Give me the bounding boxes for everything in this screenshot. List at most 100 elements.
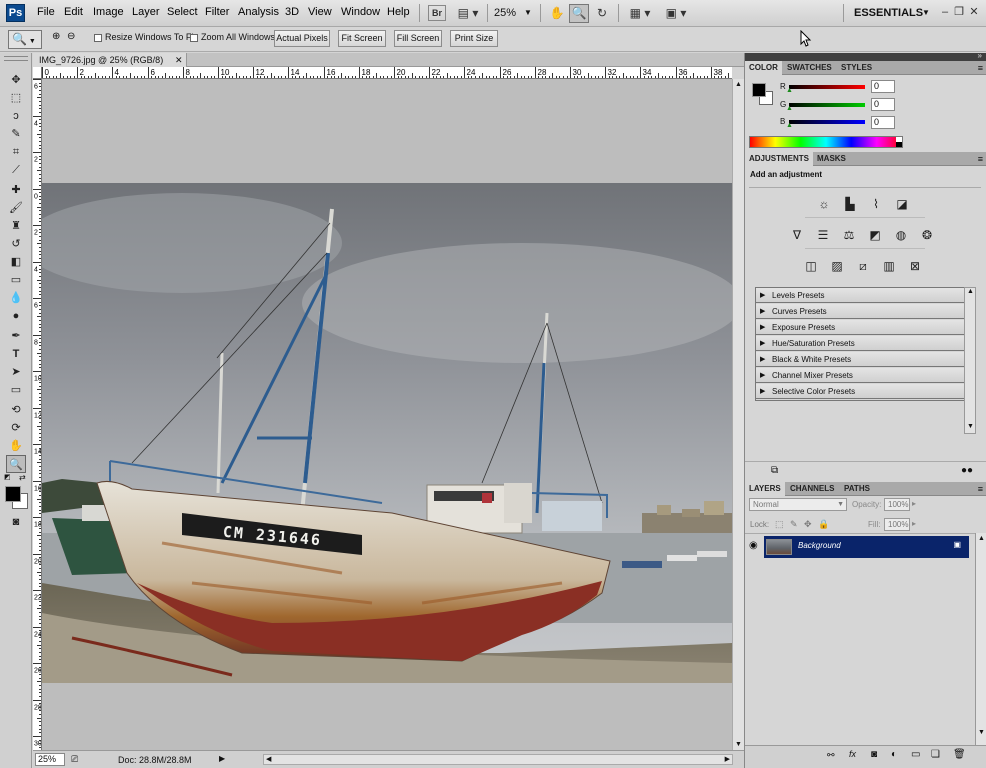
screen-mode-button[interactable]: ▣ ▾ (662, 4, 690, 23)
tool-preset-picker[interactable]: 🔍 ▼ (8, 30, 42, 49)
tab-layers[interactable]: LAYERS (745, 482, 785, 496)
photo-filter-icon[interactable]: ◍ (891, 227, 911, 244)
fill-field[interactable]: 100% (884, 518, 910, 531)
actual-pixels-button[interactable]: Actual Pixels (274, 30, 330, 47)
tab-swatches[interactable]: SWATCHES (783, 61, 836, 75)
zoom-level-dropdown[interactable]: 25% (494, 7, 516, 19)
path-selection-tool[interactable]: ➤ (6, 363, 26, 381)
restore-button[interactable]: ❐ (952, 4, 966, 20)
blue-channel-value[interactable]: 0 (871, 116, 895, 129)
threshold-icon[interactable]: ⧄ (853, 258, 873, 275)
invert-icon[interactable]: ◫ (801, 258, 821, 275)
presets-scrollbar[interactable]: ▲ ▼ (964, 287, 976, 434)
menu-select[interactable]: Select (167, 6, 198, 18)
document-tab[interactable]: IMG_9726.jpg @ 25% (RGB/8) ✕ (33, 53, 187, 67)
fill-slider-arrow-icon[interactable]: ▸ (912, 519, 916, 528)
workspace-switcher[interactable]: ESSENTIALS (854, 7, 923, 19)
slider-thumb-icon[interactable]: ▲ (786, 105, 793, 112)
menu-edit[interactable]: Edit (64, 6, 83, 18)
close-button[interactable]: ✕ (967, 4, 981, 20)
menu-help[interactable]: Help (387, 6, 410, 18)
lock-pixels-icon[interactable]: ✎ (790, 519, 798, 530)
preset-curves[interactable]: ▶ Curves Presets (756, 304, 964, 319)
healing-brush-tool[interactable]: ✚ (6, 181, 26, 199)
menu-3d[interactable]: 3D (285, 6, 299, 18)
menu-layer[interactable]: Layer (132, 6, 160, 18)
close-document-icon[interactable]: ✕ (175, 53, 183, 67)
scroll-down-arrow-icon[interactable]: ▼ (733, 739, 744, 750)
layer-style-icon[interactable]: fx (849, 749, 856, 759)
menu-window[interactable]: Window (341, 6, 380, 18)
document-info-icon[interactable]: ⎚ (71, 754, 78, 765)
tab-color[interactable]: COLOR (745, 61, 782, 75)
menu-view[interactable]: View (308, 6, 332, 18)
horizontal-ruler[interactable]: 0 2 4 6 8 10 12 14 16 18 20 22 24 26 28 30 32 34 36 38 (42, 67, 732, 79)
tab-styles[interactable]: STYLES (837, 61, 876, 75)
type-tool[interactable]: T (6, 345, 26, 363)
menu-file[interactable]: File (37, 6, 55, 18)
scroll-down-arrow-icon[interactable]: ▼ (967, 423, 974, 430)
zoom-tool[interactable]: 🔍 (6, 455, 26, 473)
blue-channel-slider[interactable] (789, 120, 865, 124)
vibrance-icon[interactable]: ∇ (787, 227, 807, 244)
panel-menu-icon[interactable]: ≡ (978, 152, 983, 166)
black-white-icon[interactable]: ◩ (865, 227, 885, 244)
scroll-right-arrow-icon[interactable]: ▶ (725, 755, 730, 763)
swap-colors-button[interactable]: ⇄ (19, 473, 27, 482)
curves-icon[interactable]: ⌇ (866, 196, 886, 213)
preset-selective-color[interactable]: ▶ Selective Color Presets (756, 384, 964, 399)
pen-tool[interactable]: ✒ (6, 327, 26, 345)
scroll-down-arrow-icon[interactable]: ▼ (978, 729, 985, 736)
panel-dock-header[interactable]: » (745, 51, 986, 61)
lock-position-icon[interactable]: ✥ (804, 519, 812, 530)
arrange-documents-button[interactable]: ▦ ▾ (626, 4, 654, 23)
move-tool[interactable]: ✥ (6, 71, 26, 89)
blur-tool[interactable]: 💧 (6, 289, 26, 307)
layer-row-background[interactable]: Background ▣ (764, 536, 969, 558)
history-brush-tool[interactable]: ↺ (6, 235, 26, 253)
layer-visibility-eye-icon[interactable]: ◉ (749, 540, 758, 551)
panel-menu-icon[interactable]: ≡ (978, 482, 983, 496)
slider-thumb-icon[interactable]: ▲ (786, 87, 793, 94)
preset-levels[interactable]: ▶ Levels Presets (756, 288, 964, 303)
lock-transparency-icon[interactable]: ⬚ (775, 519, 784, 530)
menu-analysis[interactable]: Analysis (238, 6, 279, 18)
print-size-button[interactable]: Print Size (450, 30, 498, 47)
menu-filter[interactable]: Filter (205, 6, 229, 18)
zoom-out-button[interactable]: ⊖ (67, 31, 81, 47)
new-adjustment-layer-icon[interactable]: ◐ (891, 749, 897, 760)
status-zoom-field[interactable]: 25% (35, 753, 65, 766)
scroll-up-arrow-icon[interactable]: ▲ (967, 288, 974, 295)
green-channel-value[interactable]: 0 (871, 98, 895, 111)
green-channel-slider[interactable] (789, 103, 865, 107)
3d-orbit-tool[interactable]: ⟳ (6, 419, 26, 437)
clip-to-layer-icon[interactable]: ⧉ (771, 465, 778, 476)
levels-icon[interactable]: ▙ (840, 196, 860, 213)
link-layers-icon[interactable]: ⚯ (827, 750, 835, 761)
collapse-dock-icon[interactable]: » (978, 51, 982, 60)
crop-tool[interactable]: ⌗ (6, 143, 26, 161)
default-colors-button[interactable]: ◩ (4, 473, 12, 481)
minimize-button[interactable]: – (938, 4, 952, 20)
gradient-map-icon[interactable]: ▥ (879, 258, 899, 275)
channel-mixer-icon[interactable]: ❂ (917, 227, 937, 244)
vertical-ruler[interactable]: 6 4 2 0 2 4 6 8 10 12 14 16 18 20 22 24 26 28 30 (33, 79, 42, 750)
toolbox-grip[interactable] (4, 56, 28, 61)
tab-masks[interactable]: MASKS (813, 152, 850, 166)
resize-windows-checkbox[interactable] (94, 34, 102, 42)
delete-layer-icon[interactable]: 🗑 (953, 749, 966, 760)
preset-channel-mixer[interactable]: ▶ Channel Mixer Presets (756, 368, 964, 383)
launch-bridge-button[interactable]: Br (428, 5, 446, 21)
preset-hue-saturation[interactable]: ▶ Hue/Saturation Presets (756, 336, 964, 351)
3d-rotate-tool[interactable]: ⟲ (6, 401, 26, 419)
menu-image[interactable]: Image (93, 6, 124, 18)
color-spectrum-ramp[interactable] (749, 136, 903, 148)
brush-tool[interactable]: 🖌 (6, 199, 26, 217)
preset-black-white[interactable]: ▶ Black & White Presets (756, 352, 964, 367)
canvas-area[interactable]: CM 231646 (42, 79, 732, 750)
fill-screen-button[interactable]: Fill Screen (394, 30, 442, 47)
tab-paths[interactable]: PATHS (840, 482, 874, 496)
scroll-up-arrow-icon[interactable]: ▲ (733, 79, 744, 90)
color-panel-foreground-swatch[interactable] (752, 83, 766, 97)
preset-exposure[interactable]: ▶ Exposure Presets (756, 320, 964, 335)
